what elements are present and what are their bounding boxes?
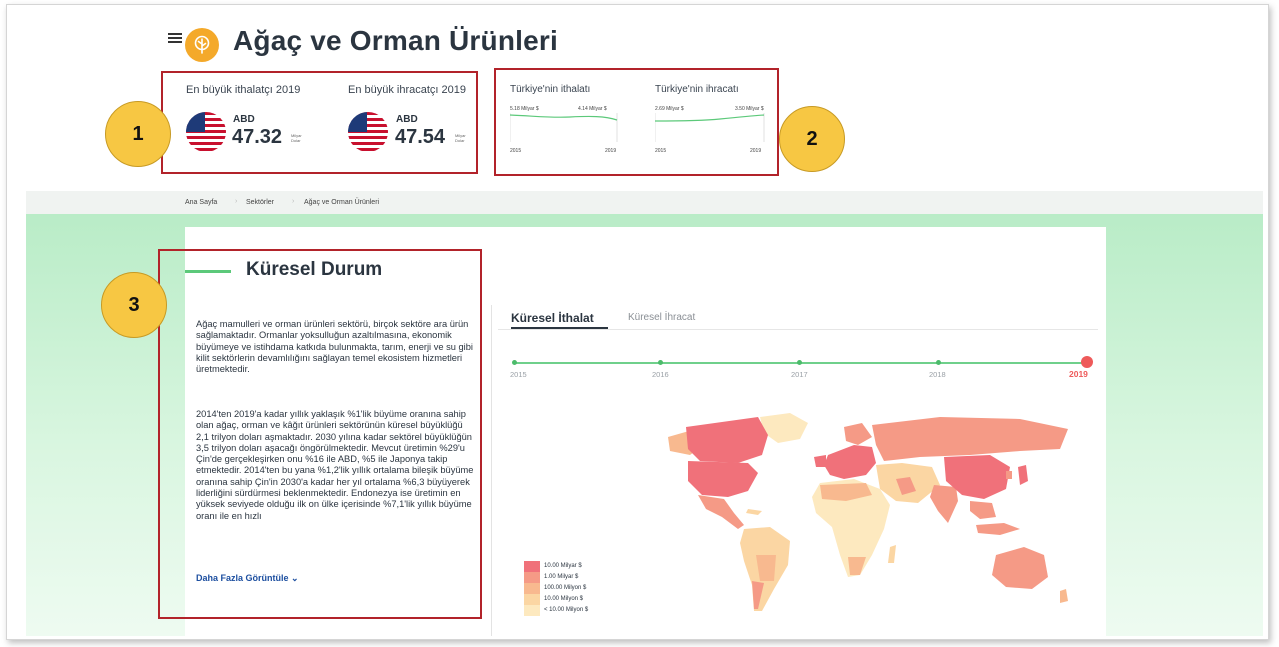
highlight-box-3 bbox=[158, 249, 482, 619]
breadcrumb-home[interactable]: Ana Sayfa bbox=[185, 199, 217, 206]
world-import-map[interactable] bbox=[640, 405, 1100, 625]
timeline-year-2016[interactable]: 2016 bbox=[652, 370, 669, 379]
breadcrumb-separator: › bbox=[292, 198, 295, 205]
timeline-year-2019[interactable]: 2019 bbox=[1069, 369, 1088, 379]
legend-swatch bbox=[524, 605, 540, 616]
hamburger-menu-icon[interactable] bbox=[168, 33, 182, 44]
importer-unit: Milyar Dolar bbox=[291, 133, 302, 143]
breadcrumb-separator: › bbox=[235, 198, 238, 205]
turkey-export-end-year: 2019 bbox=[750, 148, 762, 154]
callout-2: 2 bbox=[779, 106, 845, 172]
turkey-import-sparkline bbox=[510, 113, 618, 142]
timeline-point-2019[interactable] bbox=[1081, 356, 1093, 368]
usa-flag-icon bbox=[348, 112, 388, 152]
legend-label: 10.00 Milyon $ bbox=[544, 596, 584, 602]
timeline-point-2017[interactable] bbox=[797, 360, 802, 365]
timeline-point-2018[interactable] bbox=[936, 360, 941, 365]
turkey-export-title: Türkiye'nin ihracatı bbox=[655, 84, 739, 95]
exporter-unit: Milyar Dolar bbox=[455, 133, 466, 143]
timeline-point-2015[interactable] bbox=[512, 360, 517, 365]
timeline-year-2017[interactable]: 2017 bbox=[791, 370, 808, 379]
legend-swatch bbox=[524, 594, 540, 605]
tree-logo-icon bbox=[185, 28, 219, 62]
legend-label: 10.00 Milyar $ bbox=[544, 563, 582, 569]
turkey-import-title: Türkiye'nin ithalatı bbox=[510, 84, 591, 95]
importer-country: ABD bbox=[233, 114, 255, 125]
timeline-point-2016[interactable] bbox=[658, 360, 663, 365]
turkey-import-end-year: 2019 bbox=[605, 148, 617, 154]
breadcrumb-sectors[interactable]: Sektörler bbox=[246, 199, 274, 206]
top-exporter-title: En büyük ihracatçı 2019 bbox=[348, 84, 467, 96]
timeline-year-2015[interactable]: 2015 bbox=[510, 370, 527, 379]
turkey-export-start-year: 2015 bbox=[655, 148, 667, 154]
top-importer-title: En büyük ithalatçı 2019 bbox=[186, 84, 301, 96]
tab-global-export[interactable]: Küresel İhracat bbox=[628, 312, 695, 323]
turkey-import-start-year: 2015 bbox=[510, 148, 522, 154]
turkey-export-sparkline bbox=[655, 113, 765, 142]
legend-label: 1.00 Milyar $ bbox=[544, 574, 579, 580]
legend-label: 100.00 Milyon $ bbox=[544, 585, 587, 591]
column-divider bbox=[491, 305, 492, 636]
tab-global-import[interactable]: Küresel İthalat bbox=[511, 311, 594, 325]
breadcrumb-current: Ağaç ve Orman Ürünleri bbox=[304, 199, 380, 206]
timeline-year-2018[interactable]: 2018 bbox=[929, 370, 946, 379]
legend-swatch bbox=[524, 561, 540, 572]
legend-label: < 10.00 Milyon $ bbox=[544, 607, 589, 613]
callout-1: 1 bbox=[105, 101, 171, 167]
importer-value: 47.32 bbox=[232, 126, 283, 148]
legend-swatch bbox=[524, 583, 540, 594]
tabs-rule bbox=[498, 329, 1098, 330]
page-title: Ağaç ve Orman Ürünleri bbox=[233, 25, 558, 56]
exporter-value: 47.54 bbox=[395, 126, 446, 148]
exporter-country: ABD bbox=[396, 114, 418, 125]
usa-flag-icon bbox=[186, 112, 226, 152]
callout-3: 3 bbox=[101, 272, 167, 338]
legend-swatch bbox=[524, 572, 540, 583]
